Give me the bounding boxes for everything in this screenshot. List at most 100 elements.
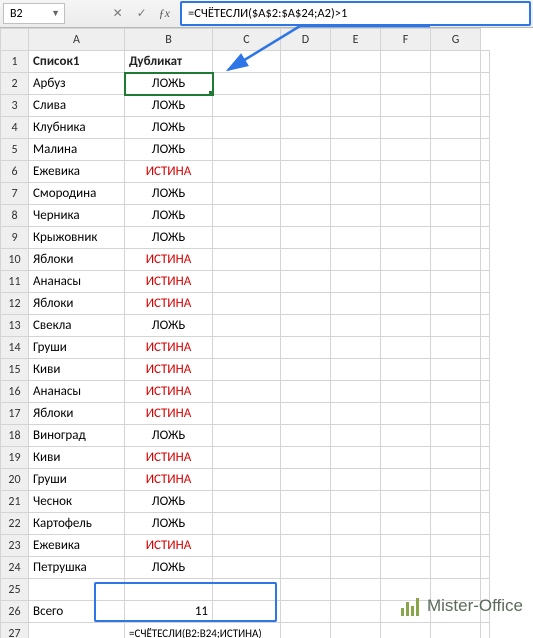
- cell[interactable]: [381, 513, 431, 535]
- cell[interactable]: [381, 403, 431, 425]
- spreadsheet-grid[interactable]: A B C D E F G 1Список1Дубликат2АрбузЛОЖЬ…: [0, 28, 533, 638]
- cell[interactable]: [431, 95, 481, 117]
- cell[interactable]: [331, 293, 381, 315]
- cell[interactable]: [431, 425, 481, 447]
- cell[interactable]: [331, 205, 381, 227]
- cell[interactable]: [481, 535, 490, 557]
- cell[interactable]: [481, 293, 490, 315]
- cell[interactable]: Чеснок: [29, 491, 125, 513]
- row-header[interactable]: 18: [1, 425, 29, 447]
- cell[interactable]: ЛОЖЬ: [125, 513, 213, 535]
- cell[interactable]: [213, 425, 281, 447]
- cell[interactable]: [481, 337, 490, 359]
- cell[interactable]: [481, 425, 490, 447]
- cell[interactable]: [331, 469, 381, 491]
- cell[interactable]: [281, 337, 331, 359]
- row-header[interactable]: 8: [1, 205, 29, 227]
- cell[interactable]: [213, 381, 281, 403]
- cell[interactable]: [331, 183, 381, 205]
- cell[interactable]: [281, 623, 331, 638]
- row-header[interactable]: 22: [1, 513, 29, 535]
- cell[interactable]: [281, 381, 331, 403]
- row-header[interactable]: 2: [1, 73, 29, 95]
- cell[interactable]: [281, 271, 331, 293]
- cell[interactable]: [281, 95, 331, 117]
- cell[interactable]: [481, 315, 490, 337]
- cell[interactable]: [331, 359, 381, 381]
- cell[interactable]: [213, 161, 281, 183]
- cell[interactable]: [281, 601, 331, 623]
- cell[interactable]: [213, 469, 281, 491]
- cell[interactable]: [431, 447, 481, 469]
- cell[interactable]: [213, 205, 281, 227]
- cell[interactable]: Клубника: [29, 117, 125, 139]
- cell[interactable]: Крыжовник: [29, 227, 125, 249]
- row-header[interactable]: 14: [1, 337, 29, 359]
- cell[interactable]: [281, 183, 331, 205]
- cell[interactable]: [331, 447, 381, 469]
- row-header[interactable]: 4: [1, 117, 29, 139]
- cell[interactable]: [381, 95, 431, 117]
- cell[interactable]: [331, 161, 381, 183]
- cell[interactable]: [481, 205, 490, 227]
- row-header[interactable]: 15: [1, 359, 29, 381]
- cell[interactable]: Дубликат: [125, 51, 213, 73]
- cell[interactable]: [281, 161, 331, 183]
- cell[interactable]: Ананасы: [29, 271, 125, 293]
- cell[interactable]: [481, 271, 490, 293]
- cell[interactable]: [431, 117, 481, 139]
- cell[interactable]: Киви: [29, 447, 125, 469]
- row-header[interactable]: 26: [1, 601, 29, 623]
- cell[interactable]: [331, 623, 381, 638]
- cell[interactable]: [281, 425, 331, 447]
- cell[interactable]: [381, 139, 431, 161]
- cell[interactable]: [213, 337, 281, 359]
- cell[interactable]: ИСТИНА: [125, 249, 213, 271]
- cell[interactable]: [481, 161, 490, 183]
- cell[interactable]: Ананасы: [29, 381, 125, 403]
- cell[interactable]: ИСТИНА: [125, 381, 213, 403]
- cell[interactable]: [281, 293, 331, 315]
- col-header-A[interactable]: A: [29, 29, 125, 51]
- cell[interactable]: [213, 139, 281, 161]
- cell[interactable]: [213, 73, 281, 95]
- row-header[interactable]: 13: [1, 315, 29, 337]
- cell[interactable]: [331, 249, 381, 271]
- row-header[interactable]: 7: [1, 183, 29, 205]
- accept-icon[interactable]: ✓: [135, 6, 149, 21]
- cell[interactable]: [431, 359, 481, 381]
- cell[interactable]: [331, 227, 381, 249]
- cell[interactable]: [381, 359, 431, 381]
- cell[interactable]: Яблоки: [29, 249, 125, 271]
- cell[interactable]: [431, 73, 481, 95]
- cell[interactable]: Ежевика: [29, 535, 125, 557]
- row-header[interactable]: 20: [1, 469, 29, 491]
- cell[interactable]: [381, 161, 431, 183]
- cell[interactable]: [431, 51, 481, 73]
- cell[interactable]: Слива: [29, 95, 125, 117]
- cell[interactable]: [481, 183, 490, 205]
- row-header[interactable]: 21: [1, 491, 29, 513]
- row-header[interactable]: 17: [1, 403, 29, 425]
- cell[interactable]: [213, 271, 281, 293]
- cell[interactable]: [431, 557, 481, 579]
- cell[interactable]: [431, 227, 481, 249]
- cell[interactable]: [481, 139, 490, 161]
- cell[interactable]: [213, 535, 281, 557]
- cell[interactable]: [481, 623, 490, 638]
- cell[interactable]: ИСТИНА: [125, 403, 213, 425]
- cell[interactable]: ИСТИНА: [125, 161, 213, 183]
- cell[interactable]: [281, 117, 331, 139]
- cell[interactable]: [431, 535, 481, 557]
- cell[interactable]: [213, 579, 281, 601]
- cell[interactable]: Яблоки: [29, 403, 125, 425]
- cell[interactable]: [213, 557, 281, 579]
- cell[interactable]: [331, 557, 381, 579]
- row-header[interactable]: 27: [1, 623, 29, 638]
- cell[interactable]: [213, 315, 281, 337]
- cell[interactable]: [281, 469, 331, 491]
- cell[interactable]: [481, 95, 490, 117]
- col-header-F[interactable]: F: [381, 29, 431, 51]
- cell[interactable]: [213, 403, 281, 425]
- cell[interactable]: [281, 447, 331, 469]
